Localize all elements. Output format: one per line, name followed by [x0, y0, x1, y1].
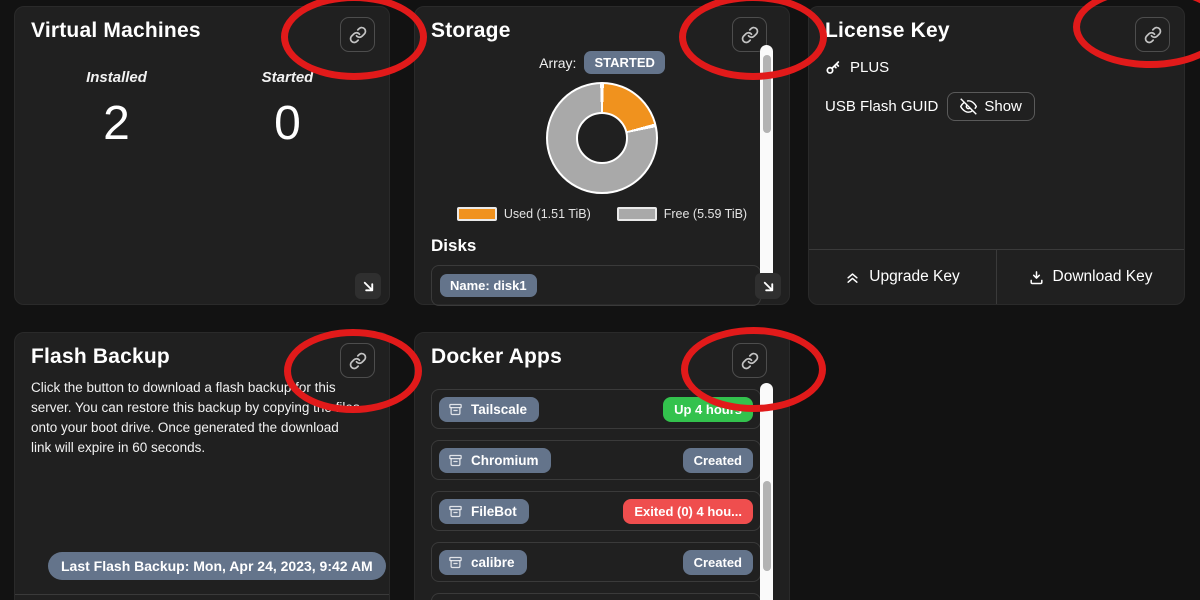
storage-legend: Used (1.51 TiB) Free (5.59 TiB) — [431, 207, 773, 221]
eye-off-icon — [960, 98, 977, 115]
resize-arrow-icon — [761, 279, 776, 294]
docker-app-name: FileBot — [471, 504, 517, 519]
disk-row[interactable]: Name: disk1 — [431, 265, 761, 306]
array-label: Array: — [539, 55, 576, 71]
docker-app-row[interactable]: FileBot Exited (0) 4 hou... — [431, 491, 761, 531]
storage-title: Storage — [431, 19, 773, 43]
docker-app-row[interactable]: Tailscale Up 4 hours — [431, 389, 761, 429]
legend-label: Free (5.59 TiB) — [664, 207, 747, 221]
flash-backup-panel: Flash Backup Click the button to downloa… — [14, 332, 390, 600]
upgrade-key-button[interactable]: Upgrade Key — [809, 250, 997, 304]
docker-app-status-badge: Created — [683, 550, 753, 575]
docker-app-name: Tailscale — [471, 402, 527, 417]
download-icon — [1029, 270, 1044, 285]
download-key-button[interactable]: Download Key — [997, 250, 1184, 304]
key-icon — [825, 60, 841, 76]
link-icon — [741, 352, 759, 370]
link-icon — [741, 26, 759, 44]
array-status-badge: STARTED — [584, 51, 664, 74]
scrollbar-thumb[interactable] — [763, 55, 771, 133]
virtual-machines-title: Virtual Machines — [31, 19, 373, 43]
docker-app-row[interactable]: calibre Created — [431, 542, 761, 582]
docker-app-name: Chromium — [471, 453, 539, 468]
license-footer: Upgrade Key Download Key — [809, 249, 1184, 304]
license-key-panel: License Key PLUS USB Flash GUID Show Upg… — [808, 6, 1185, 305]
link-icon[interactable] — [732, 343, 767, 378]
docker-app-status-badge: Up 4 hours — [663, 397, 753, 422]
vm-stat-label: Started — [202, 69, 373, 86]
vm-stat-value: 0 — [202, 96, 373, 151]
link-icon — [349, 26, 367, 44]
link-icon[interactable] — [340, 17, 375, 52]
virtual-machines-panel: Virtual Machines Installed 2 Started 0 — [14, 6, 390, 305]
legend-label: Used (1.51 TiB) — [504, 207, 591, 221]
vm-stat-value: 2 — [31, 96, 202, 151]
scrollbar-track[interactable] — [760, 383, 773, 600]
scrollbar-track[interactable] — [760, 45, 773, 299]
archive-box-icon — [448, 402, 463, 417]
docker-apps-panel: Docker Apps Tailscale Up 4 hours — [414, 332, 790, 600]
docker-app-name-badge[interactable]: calibre — [439, 550, 527, 575]
link-icon[interactable] — [340, 343, 375, 378]
disk-name-badge[interactable]: Name: disk1 — [440, 274, 537, 297]
vm-stat-column: Installed 2 — [31, 65, 202, 165]
docker-app-name-badge[interactable]: Tailscale — [439, 397, 539, 422]
docker-app-list: Tailscale Up 4 hours Chromium Created — [431, 389, 761, 582]
archive-box-icon — [448, 453, 463, 468]
resize-handle[interactable] — [755, 273, 781, 299]
show-guid-button[interactable]: Show — [947, 92, 1035, 121]
link-icon[interactable] — [1135, 17, 1170, 52]
scrollbar-thumb[interactable] — [763, 481, 771, 571]
vm-stat-column: Started 0 — [202, 65, 373, 165]
guid-row: USB Flash GUID Show — [825, 92, 1168, 121]
show-button-label: Show — [984, 98, 1022, 115]
docker-app-row[interactable]: Chromium Created — [431, 440, 761, 480]
archive-box-icon — [448, 555, 463, 570]
last-flash-backup-badge: Last Flash Backup: Mon, Apr 24, 2023, 9:… — [48, 552, 386, 580]
legend-item: Used (1.51 TiB) — [457, 207, 591, 221]
donut-hole — [576, 112, 628, 164]
legend-swatch — [457, 207, 497, 221]
resize-handle[interactable] — [355, 273, 381, 299]
docker-apps-title: Docker Apps — [431, 345, 773, 369]
upgrade-key-label: Upgrade Key — [869, 268, 959, 286]
flash-backup-title: Flash Backup — [31, 345, 373, 369]
download-key-label: Download Key — [1053, 268, 1153, 286]
flash-footer-divider — [15, 594, 389, 595]
resize-arrow-icon — [361, 279, 376, 294]
archive-box-icon — [448, 504, 463, 519]
angles-up-icon — [845, 270, 860, 285]
license-tier-row: PLUS — [825, 59, 1168, 76]
guid-label: USB Flash GUID — [825, 98, 938, 115]
docker-app-name-badge[interactable]: FileBot — [439, 499, 529, 524]
license-tier-label: PLUS — [850, 59, 889, 76]
storage-panel: Storage Array: STARTED Used (1.51 TiB) F… — [414, 6, 790, 305]
link-icon — [1144, 26, 1162, 44]
link-icon — [349, 352, 367, 370]
flash-backup-description: Click the button to download a flash bac… — [31, 378, 361, 458]
storage-donut-chart — [546, 82, 658, 194]
disks-heading: Disks — [431, 236, 773, 256]
legend-swatch — [617, 207, 657, 221]
vm-stats: Installed 2 Started 0 — [31, 65, 373, 165]
docker-app-name: calibre — [471, 555, 515, 570]
array-status-row: Array: STARTED — [431, 51, 773, 74]
legend-item: Free (5.59 TiB) — [617, 207, 747, 221]
docker-app-name-badge[interactable]: Chromium — [439, 448, 551, 473]
license-key-title: License Key — [825, 19, 1168, 43]
docker-app-row-partial[interactable] — [431, 593, 761, 600]
docker-app-status-badge: Created — [683, 448, 753, 473]
docker-app-status-badge: Exited (0) 4 hou... — [623, 499, 753, 524]
vm-stat-label: Installed — [31, 69, 202, 86]
